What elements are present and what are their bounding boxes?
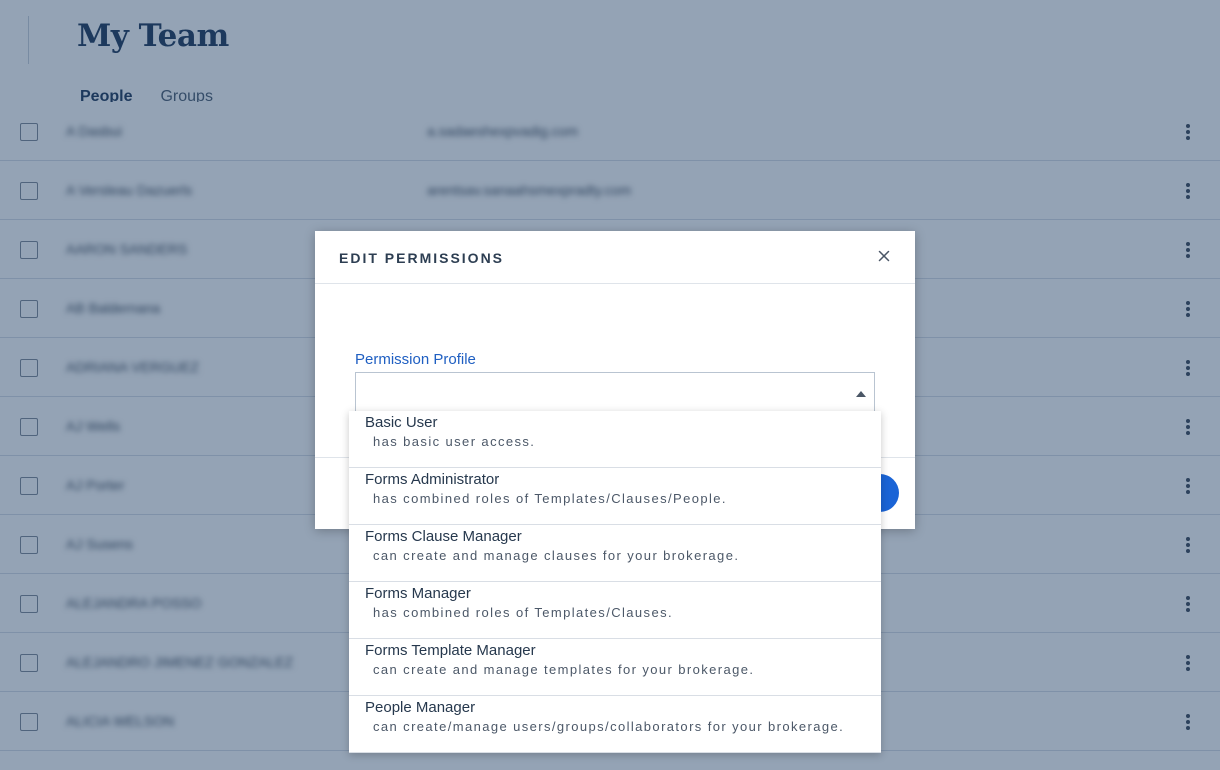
caret-up-icon <box>856 391 866 397</box>
option-title: Forms Clause Manager <box>365 528 522 545</box>
option-basic-user[interactable]: Basic User has basic user access. <box>349 411 881 468</box>
option-title: Basic User <box>365 414 438 431</box>
permission-profile-select[interactable] <box>355 372 875 414</box>
option-description: has basic user access. <box>373 434 536 449</box>
option-forms-template-manager[interactable]: Forms Template Manager can create and ma… <box>349 639 881 696</box>
option-title: People Manager <box>365 699 476 716</box>
modal-title: EDIT PERMISSIONS <box>339 250 505 266</box>
close-icon[interactable] <box>873 245 895 267</box>
option-people-manager[interactable]: People Manager can create/manage users/g… <box>349 696 881 753</box>
option-title: Forms Template Manager <box>365 642 536 659</box>
modal-header: EDIT PERMISSIONS <box>315 231 915 284</box>
option-description: can create/manage users/groups/collabora… <box>373 719 845 734</box>
option-description: has combined roles of Templates/Clauses/… <box>373 491 727 506</box>
option-description: can create and manage templates for your… <box>373 662 755 677</box>
option-forms-administrator[interactable]: Forms Administrator has combined roles o… <box>349 468 881 525</box>
permission-profile-dropdown: Basic User has basic user access. Forms … <box>349 411 881 753</box>
option-title: Forms Administrator <box>365 471 500 488</box>
option-title: Forms Manager <box>365 585 471 602</box>
permission-profile-label: Permission Profile <box>355 351 476 368</box>
option-description: has combined roles of Templates/Clauses. <box>373 605 673 620</box>
option-forms-manager[interactable]: Forms Manager has combined roles of Temp… <box>349 582 881 639</box>
option-forms-clause-manager[interactable]: Forms Clause Manager can create and mana… <box>349 525 881 582</box>
option-description: can create and manage clauses for your b… <box>373 548 740 563</box>
